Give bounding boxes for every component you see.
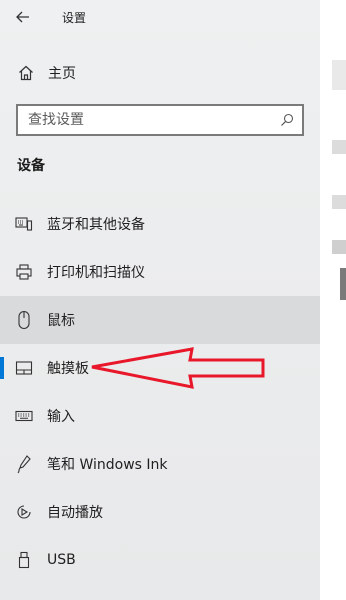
app-title: 设置 bbox=[62, 11, 87, 25]
nav-item-bluetooth[interactable]: 蓝牙和其他设备 bbox=[0, 200, 320, 248]
nav-item-typing[interactable]: 输入 bbox=[0, 392, 320, 440]
search-icon[interactable] bbox=[280, 113, 294, 127]
content-fragment bbox=[332, 60, 346, 90]
nav-item-label: 触摸板 bbox=[47, 361, 89, 377]
nav-item-label: 蓝牙和其他设备 bbox=[47, 217, 145, 233]
nav-item-label: 输入 bbox=[47, 409, 75, 425]
back-arrow-icon bbox=[16, 11, 29, 23]
usb-icon bbox=[14, 550, 34, 570]
settings-content-pane bbox=[320, 0, 346, 600]
nav-item-printers[interactable]: 打印机和扫描仪 bbox=[0, 248, 320, 296]
search-input[interactable] bbox=[28, 112, 278, 128]
nav-item-label: 笔和 Windows Ink bbox=[47, 457, 168, 473]
settings-sidebar: 设置 主页 设备 蓝牙和其他设备 bbox=[0, 0, 320, 600]
keyboard-icon bbox=[14, 406, 34, 426]
bluetooth-devices-icon bbox=[14, 214, 34, 234]
nav-item-mouse[interactable]: 鼠标 bbox=[0, 296, 320, 344]
pen-icon bbox=[14, 454, 34, 474]
home-nav-item[interactable]: 主页 bbox=[0, 58, 320, 88]
content-fragment bbox=[332, 240, 346, 254]
autoplay-icon bbox=[14, 502, 34, 522]
content-fragment bbox=[340, 268, 346, 300]
section-title: 设备 bbox=[17, 158, 45, 174]
content-fragment bbox=[332, 140, 346, 154]
back-button[interactable] bbox=[6, 4, 40, 30]
touchpad-icon bbox=[14, 358, 34, 378]
content-fragment bbox=[332, 195, 346, 209]
selection-indicator bbox=[0, 357, 4, 379]
annotation-arrow-icon bbox=[91, 347, 265, 389]
nav-item-label: 自动播放 bbox=[47, 505, 103, 521]
search-box[interactable] bbox=[16, 104, 304, 136]
home-icon bbox=[17, 65, 35, 81]
nav-item-label: USB bbox=[47, 552, 76, 568]
nav-item-label: 打印机和扫描仪 bbox=[47, 265, 145, 281]
home-label: 主页 bbox=[48, 66, 76, 82]
nav-item-usb[interactable]: USB bbox=[0, 536, 320, 584]
mouse-icon bbox=[14, 310, 34, 330]
nav-item-autoplay[interactable]: 自动播放 bbox=[0, 488, 320, 536]
nav-item-pen[interactable]: 笔和 Windows Ink bbox=[0, 440, 320, 488]
printer-icon bbox=[14, 262, 34, 282]
title-bar: 设置 bbox=[0, 0, 320, 34]
nav-item-label: 鼠标 bbox=[47, 313, 75, 329]
